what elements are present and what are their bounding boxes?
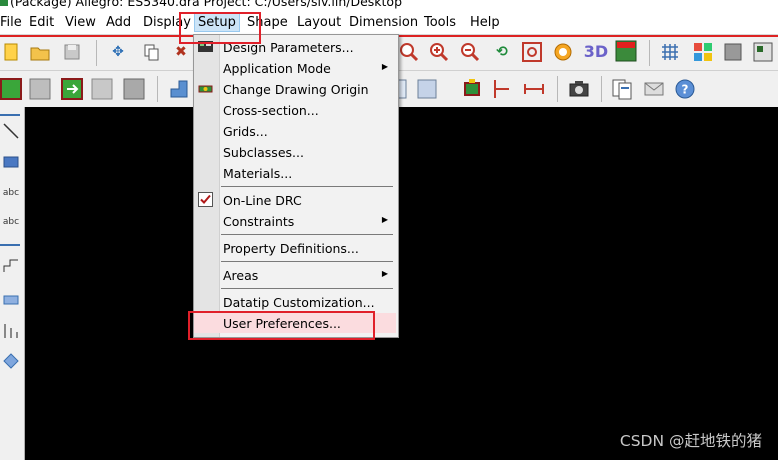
- menu-item-label: Application Mode: [223, 61, 331, 76]
- user-preferences-highlight-box: [188, 311, 375, 340]
- measure-vertical-icon[interactable]: [491, 78, 513, 100]
- help-icon[interactable]: ?: [674, 78, 696, 100]
- left-toolbar: abc abc: [0, 107, 25, 460]
- submenu-arrow-icon: ▶: [381, 62, 388, 71]
- menu-item-label: Datatip Customization...: [223, 295, 375, 310]
- layer-all-icon[interactable]: [123, 78, 145, 100]
- measure-horizontal-icon[interactable]: [523, 78, 545, 100]
- menu-separator: [221, 234, 393, 235]
- menu-item-online-drc[interactable]: On-Line DRC: [194, 190, 396, 210]
- menu-item-label: Materials...: [223, 166, 293, 181]
- zoom-previous-icon[interactable]: ⟲: [491, 41, 513, 63]
- shape-icon[interactable]: [416, 78, 438, 100]
- menu-item-grids[interactable]: Grids...: [194, 121, 396, 141]
- layer-bottom-icon[interactable]: [61, 78, 83, 100]
- layers-icon[interactable]: [722, 41, 744, 63]
- toolbar-separator: [649, 40, 650, 66]
- menu-item-label: Subclasses...: [223, 145, 304, 160]
- menu-separator: [221, 288, 393, 289]
- window-title: (Package) Allegro: ES5340.dra Project: C…: [10, 0, 403, 9]
- copy-icon[interactable]: [140, 41, 162, 63]
- delete-icon[interactable]: ✖: [170, 41, 192, 63]
- add-text-icon[interactable]: abc: [1, 183, 21, 203]
- menu-edit[interactable]: Edit: [29, 15, 54, 30]
- menu-item-cross-section[interactable]: Cross-section...: [194, 100, 396, 120]
- 3d-view-icon[interactable]: 3D: [583, 40, 609, 62]
- menu-layout[interactable]: Layout: [297, 15, 341, 30]
- layer-inner-icon[interactable]: [29, 78, 51, 100]
- slide-icon[interactable]: [1, 289, 21, 309]
- menu-separator: [221, 186, 393, 187]
- menu-item-label: On-Line DRC: [223, 193, 302, 208]
- menu-item-datatip-customization[interactable]: Datatip Customization...: [194, 292, 396, 312]
- submenu-arrow-icon: ▶: [381, 215, 388, 224]
- layer-mask-icon[interactable]: [91, 78, 113, 100]
- mail-icon[interactable]: [643, 78, 665, 100]
- new-file-icon[interactable]: [0, 41, 22, 63]
- menu-item-label: Grids...: [223, 124, 268, 139]
- toolbar-separator: [96, 40, 97, 66]
- menu-item-property-definitions[interactable]: Property Definitions...: [194, 238, 396, 258]
- menu-item-label: Areas: [223, 268, 259, 283]
- menu-item-materials[interactable]: Materials...: [194, 163, 396, 183]
- watermark-text: CSDN @赶地铁的猪: [619, 432, 762, 450]
- menu-item-change-drawing-origin[interactable]: Change Drawing Origin: [194, 79, 396, 99]
- menu-add[interactable]: Add: [106, 15, 131, 30]
- layer-top-icon[interactable]: [0, 78, 22, 100]
- open-folder-icon[interactable]: [29, 41, 51, 63]
- toolbar-separator: [157, 76, 158, 102]
- add-connect-icon[interactable]: [1, 255, 21, 275]
- redraw-icon[interactable]: [552, 41, 574, 63]
- menu-bar: File Edit View Add Display Setup Shape L…: [0, 13, 778, 35]
- glossing-icon[interactable]: [1, 351, 21, 371]
- grid-icon[interactable]: [659, 41, 681, 63]
- checkmark-icon: [198, 192, 213, 207]
- menu-file[interactable]: File: [0, 15, 22, 30]
- toolbar-separator: [601, 76, 602, 102]
- svg-text:?: ?: [682, 83, 689, 97]
- menu-item-label: Cross-section...: [223, 103, 319, 118]
- reports-icon[interactable]: [611, 78, 633, 100]
- zoom-in-alt-icon[interactable]: [428, 41, 450, 63]
- zoom-fit-icon[interactable]: [521, 41, 543, 63]
- edit-text-icon[interactable]: abc: [1, 212, 21, 232]
- app-icon: [0, 0, 8, 6]
- menu-item-label: Change Drawing Origin: [223, 82, 369, 97]
- origin-icon: [198, 81, 213, 96]
- design-canvas[interactable]: CSDN @赶地铁的猪: [25, 107, 778, 460]
- left-toolbar-rule: [0, 244, 20, 246]
- setup-highlight-box: [179, 12, 261, 44]
- setup-menu: Design Parameters... Application Mode ▶ …: [193, 34, 399, 338]
- save-icon[interactable]: [61, 41, 83, 63]
- zoom-in-icon[interactable]: [398, 41, 420, 63]
- menu-item-subclasses[interactable]: Subclasses...: [194, 142, 396, 162]
- color-icon[interactable]: [692, 41, 714, 63]
- menu-separator: [221, 261, 393, 262]
- visibility-icon[interactable]: [752, 41, 774, 63]
- window-titlebar: (Package) Allegro: ES5340.dra Project: C…: [0, 0, 778, 13]
- move-icon[interactable]: ✥: [107, 41, 129, 63]
- menu-item-label: Property Definitions...: [223, 241, 359, 256]
- component-icon[interactable]: [461, 78, 483, 100]
- step-icon[interactable]: [168, 78, 190, 100]
- camera-icon[interactable]: [568, 78, 590, 100]
- menu-tools[interactable]: Tools: [424, 15, 456, 30]
- submenu-arrow-icon: ▶: [381, 269, 388, 278]
- menu-item-constraints[interactable]: Constraints ▶: [194, 211, 396, 231]
- zoom-out-icon[interactable]: [459, 41, 481, 63]
- menu-item-label: Constraints: [223, 214, 295, 229]
- left-toolbar-rule: [0, 114, 20, 116]
- fanout-icon[interactable]: [1, 321, 21, 341]
- menu-dimension[interactable]: Dimension: [349, 15, 418, 30]
- menu-item-application-mode[interactable]: Application Mode ▶: [194, 58, 396, 78]
- menu-help[interactable]: Help: [470, 15, 500, 30]
- menu-view[interactable]: View: [65, 15, 96, 30]
- add-line-icon[interactable]: [1, 121, 21, 141]
- add-rect-icon[interactable]: [1, 152, 21, 172]
- toolbar-separator: [557, 76, 558, 102]
- menu-item-areas[interactable]: Areas ▶: [194, 265, 396, 285]
- flip-icon[interactable]: [615, 40, 637, 62]
